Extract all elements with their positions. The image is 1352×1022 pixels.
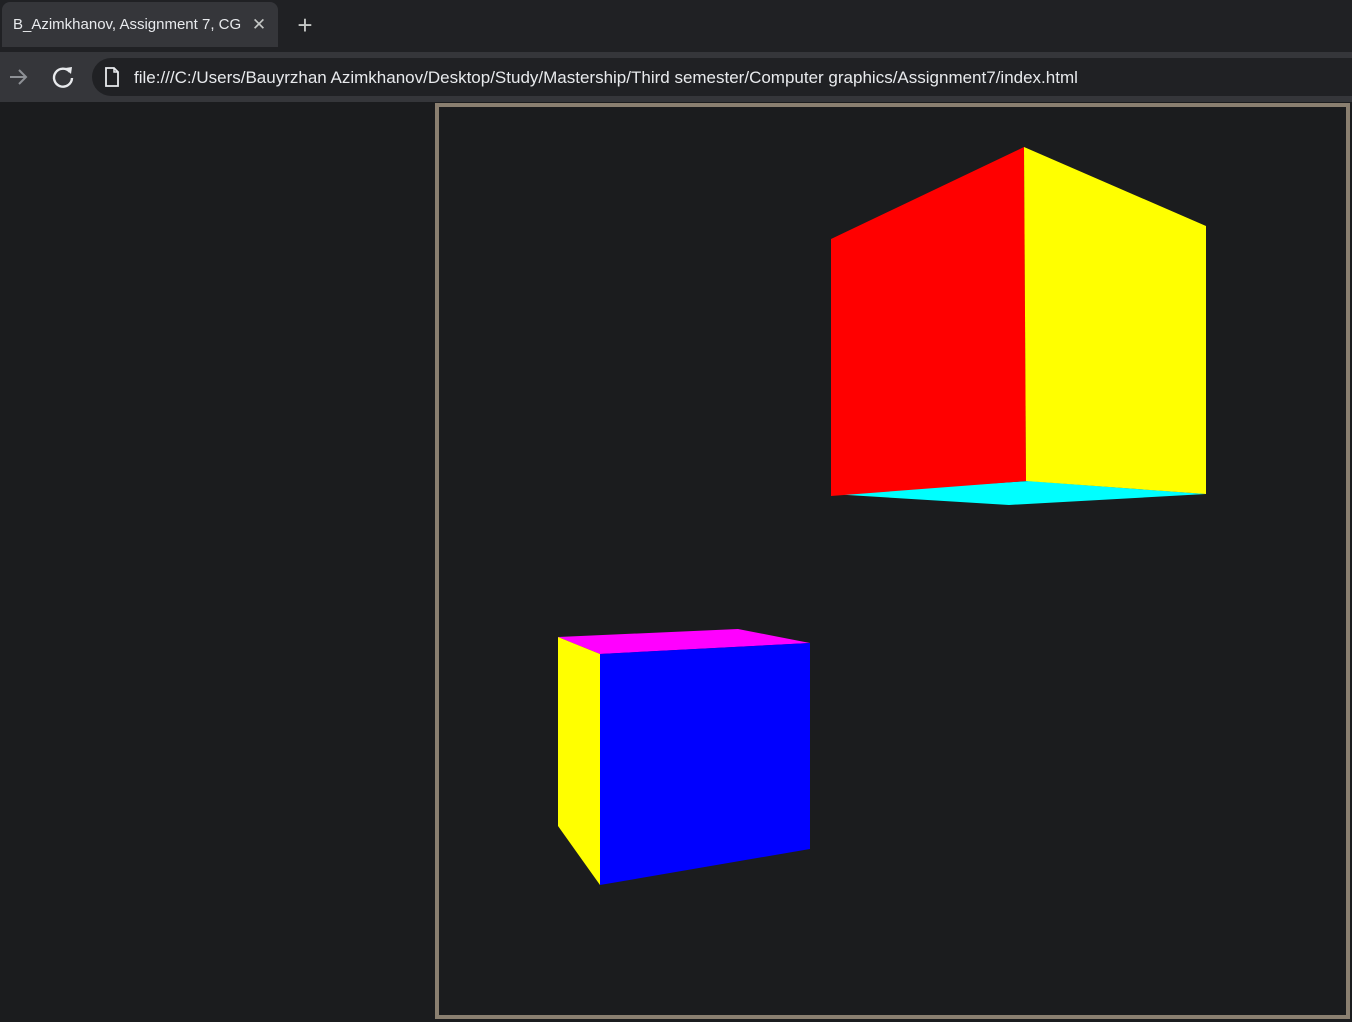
lower-left-cube — [558, 629, 810, 885]
tab-title: B_Azimkhanov, Assignment 7, CG — [13, 16, 242, 33]
reload-icon — [52, 67, 74, 88]
reload-button[interactable] — [47, 61, 79, 93]
browser-toolbar: file:///C:/Users/Bauyrzhan Azimkhanov/De… — [0, 52, 1352, 102]
browser-tab[interactable]: B_Azimkhanov, Assignment 7, CG ✕ — [2, 2, 278, 47]
cube1-face-left — [831, 147, 1026, 496]
address-bar[interactable]: file:///C:/Users/Bauyrzhan Azimkhanov/De… — [92, 58, 1352, 96]
close-icon[interactable]: ✕ — [247, 13, 271, 37]
cube2-face-left — [558, 637, 600, 885]
cube2-face-front — [600, 643, 810, 885]
url-text: file:///C:/Users/Bauyrzhan Azimkhanov/De… — [134, 68, 1078, 87]
page-viewport — [0, 102, 1352, 1022]
tab-strip: B_Azimkhanov, Assignment 7, CG ✕ + — [0, 0, 1352, 52]
upper-right-cube — [831, 147, 1206, 505]
forward-button[interactable] — [2, 61, 34, 93]
cube1-face-right — [1024, 147, 1206, 494]
file-icon — [105, 67, 119, 87]
arrow-right-icon — [10, 69, 28, 85]
scene-drawing — [558, 147, 1206, 885]
new-tab-button[interactable]: + — [290, 10, 320, 40]
webgl-canvas[interactable] — [435, 103, 1350, 1019]
